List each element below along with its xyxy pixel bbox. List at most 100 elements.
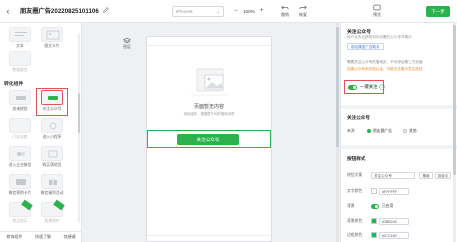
follow-icon bbox=[48, 96, 58, 100]
page-title: 朋友圈广告20220825101106 bbox=[20, 8, 99, 15]
property-panel: 关注公众号 用户点击后跳转到你设置的公众号详情页 前往微信广告助手 需要关注公众… bbox=[340, 23, 457, 242]
component-data-service[interactable]: 数据服务 bbox=[6, 51, 34, 75]
canvas-scrollbar[interactable] bbox=[336, 23, 339, 242]
font-color-label: 文字颜色 bbox=[347, 189, 363, 193]
layers-button[interactable]: 图层 bbox=[122, 37, 132, 50]
one-key-follow-row: 一键关注 ? bbox=[344, 80, 385, 94]
component-follow-official-account[interactable]: 关注公众号 bbox=[36, 88, 68, 116]
bg-color-label: 背景颜色 bbox=[347, 219, 363, 223]
follow-official-account-button[interactable]: 关注公众号 bbox=[177, 134, 239, 145]
component-purchase-landing[interactable]: 购买落地页 bbox=[38, 146, 66, 170]
wechat-card-icon bbox=[16, 179, 26, 185]
component-enterprise-wechat[interactable]: 进入企业微信 bbox=[6, 146, 34, 170]
image-card-icon bbox=[46, 30, 60, 40]
bg-color-swatch[interactable] bbox=[371, 218, 377, 224]
source-radio-ad[interactable] bbox=[367, 129, 371, 133]
property-scrollbar[interactable] bbox=[453, 23, 456, 242]
component-wechat-benefit[interactable]: 微信福利活动 bbox=[38, 174, 66, 198]
component-thumbnail bbox=[9, 199, 33, 217]
font-color-swatch[interactable] bbox=[371, 188, 377, 194]
enterprise-wechat-icon bbox=[17, 152, 25, 156]
component-label: 微信福利活动 bbox=[40, 191, 64, 195]
next-step-button[interactable]: 下一步 bbox=[426, 6, 450, 17]
component-thumbnail bbox=[41, 199, 65, 217]
component-label: 咨询按钮 bbox=[12, 107, 28, 111]
font-color-input[interactable]: #FFFFFF bbox=[379, 188, 409, 195]
bg-color-input[interactable]: #2BB24C bbox=[379, 218, 409, 225]
component-consult-button[interactable]: 咨询按钮 bbox=[6, 90, 34, 114]
component-label: 关注公众号 bbox=[42, 107, 62, 111]
component-label: 商品购买 bbox=[12, 219, 28, 223]
zoom-out-button[interactable]: − bbox=[232, 7, 240, 16]
component-label: 进入小程序 bbox=[42, 135, 62, 139]
left-scrollbar[interactable] bbox=[78, 33, 80, 223]
source-option-ad: 朋友圈广告 bbox=[373, 129, 392, 133]
border-color-swatch[interactable] bbox=[371, 232, 377, 238]
left-scrollbar-thumb[interactable] bbox=[78, 93, 80, 133]
help-icon[interactable]: ? bbox=[379, 84, 385, 90]
component-thumbnail bbox=[9, 174, 31, 189]
text-custom-button[interactable]: 自定义 bbox=[435, 172, 451, 179]
source-radio-other[interactable] bbox=[403, 129, 407, 133]
section-button-style: 按钮样式 bbox=[347, 156, 366, 161]
undo-button[interactable]: 撤销 bbox=[278, 4, 292, 18]
property-note-1: 需要关注公众号的落地页，不可添加第三方页面 bbox=[347, 60, 423, 64]
component-thumbnail bbox=[41, 118, 63, 133]
section-label-conversion: 转化组件 bbox=[4, 82, 24, 87]
component-wechat-card[interactable]: 微信营销卡片 bbox=[6, 174, 34, 198]
one-key-follow-toggle[interactable] bbox=[348, 85, 357, 90]
redo-button[interactable]: 恢复 bbox=[296, 4, 310, 18]
zoom-in-button[interactable]: + bbox=[258, 7, 266, 16]
component-mini-program[interactable]: 进入小程序 bbox=[38, 118, 66, 142]
device-select-value: iPhone8 bbox=[176, 9, 193, 14]
component-thumbnail bbox=[9, 146, 31, 161]
edit-pencil-icon[interactable] bbox=[102, 6, 110, 14]
border-color-label: 边框颜色 bbox=[347, 233, 363, 237]
section-divider bbox=[341, 105, 457, 109]
phone-preview: 页面暂无内容 添加组件，搭建属于你的落地页吧 关注公众号 bbox=[146, 36, 272, 242]
source-label: 来源 bbox=[347, 129, 355, 133]
toggle-knob bbox=[375, 205, 378, 208]
component-thumbnail bbox=[9, 51, 31, 66]
zoom-value: 100% bbox=[243, 9, 255, 14]
text-common-button[interactable]: 常用 bbox=[419, 172, 433, 179]
back-arrow-icon[interactable]: ‹ bbox=[3, 6, 13, 16]
property-title: 关注公众号 bbox=[347, 30, 371, 35]
background-toggle-label: 已启用 bbox=[382, 204, 394, 208]
zoom-control: − 100% + bbox=[232, 6, 266, 17]
component-thumbnail bbox=[41, 27, 63, 42]
editor-app: ‹ 朋友圈广告20220825101106 iPhone8 ⌄ − 100% +… bbox=[0, 0, 457, 242]
tab-quick-guide[interactable]: 快速了解 bbox=[35, 234, 51, 240]
follow-component-block[interactable]: 关注公众号 bbox=[147, 130, 271, 148]
button-text-label: 按钮文案 bbox=[347, 173, 363, 177]
preview-button[interactable]: 预览 bbox=[370, 4, 384, 18]
mini-program-icon bbox=[49, 122, 57, 130]
button-text-input[interactable]: 关注公众号 bbox=[371, 172, 415, 179]
component-store-nav[interactable]: 门店导航 bbox=[6, 118, 34, 142]
empty-state-illustration bbox=[191, 68, 229, 96]
tab-decor-components[interactable]: 修饰组件 bbox=[6, 234, 22, 240]
empty-state-title: 页面暂无内容 bbox=[193, 104, 224, 110]
canvas-scrollbar-thumb[interactable] bbox=[336, 27, 339, 147]
component-product-purchase[interactable]: 商品购买 bbox=[6, 199, 34, 226]
component-live-reservation[interactable]: 直播预约 bbox=[38, 199, 66, 226]
redo-icon bbox=[299, 5, 307, 10]
phone-footer bbox=[147, 235, 271, 241]
background-toggle[interactable] bbox=[371, 204, 379, 209]
tab-shortcuts[interactable]: 快捷键 bbox=[64, 234, 76, 240]
new-tag-icon bbox=[21, 199, 33, 211]
component-text[interactable]: 文本 bbox=[6, 27, 34, 51]
component-panel: 文本 图文卡片 数据服务 转化组件 咨询按钮 关注公众号 门店导航 进入小程序 … bbox=[0, 23, 82, 242]
section-official-account: 关注公众号 bbox=[347, 115, 370, 120]
component-thumbnail bbox=[9, 27, 31, 42]
device-select[interactable]: iPhone8 ⌄ bbox=[172, 6, 224, 17]
component-label: 数据服务 bbox=[12, 68, 28, 72]
ad-assistant-link-button[interactable]: 前往微信广告助手 bbox=[347, 43, 384, 50]
border-color-input[interactable]: #07C160 bbox=[379, 232, 409, 239]
component-label: 微信营销卡片 bbox=[8, 191, 32, 195]
property-scrollbar-thumb[interactable] bbox=[453, 25, 456, 175]
top-bar: ‹ 朋友圈广告20220825101106 iPhone8 ⌄ − 100% +… bbox=[0, 0, 457, 23]
component-image-card[interactable]: 图文卡片 bbox=[38, 27, 66, 51]
svg-text:?: ? bbox=[381, 85, 383, 89]
text-icon bbox=[15, 32, 27, 36]
